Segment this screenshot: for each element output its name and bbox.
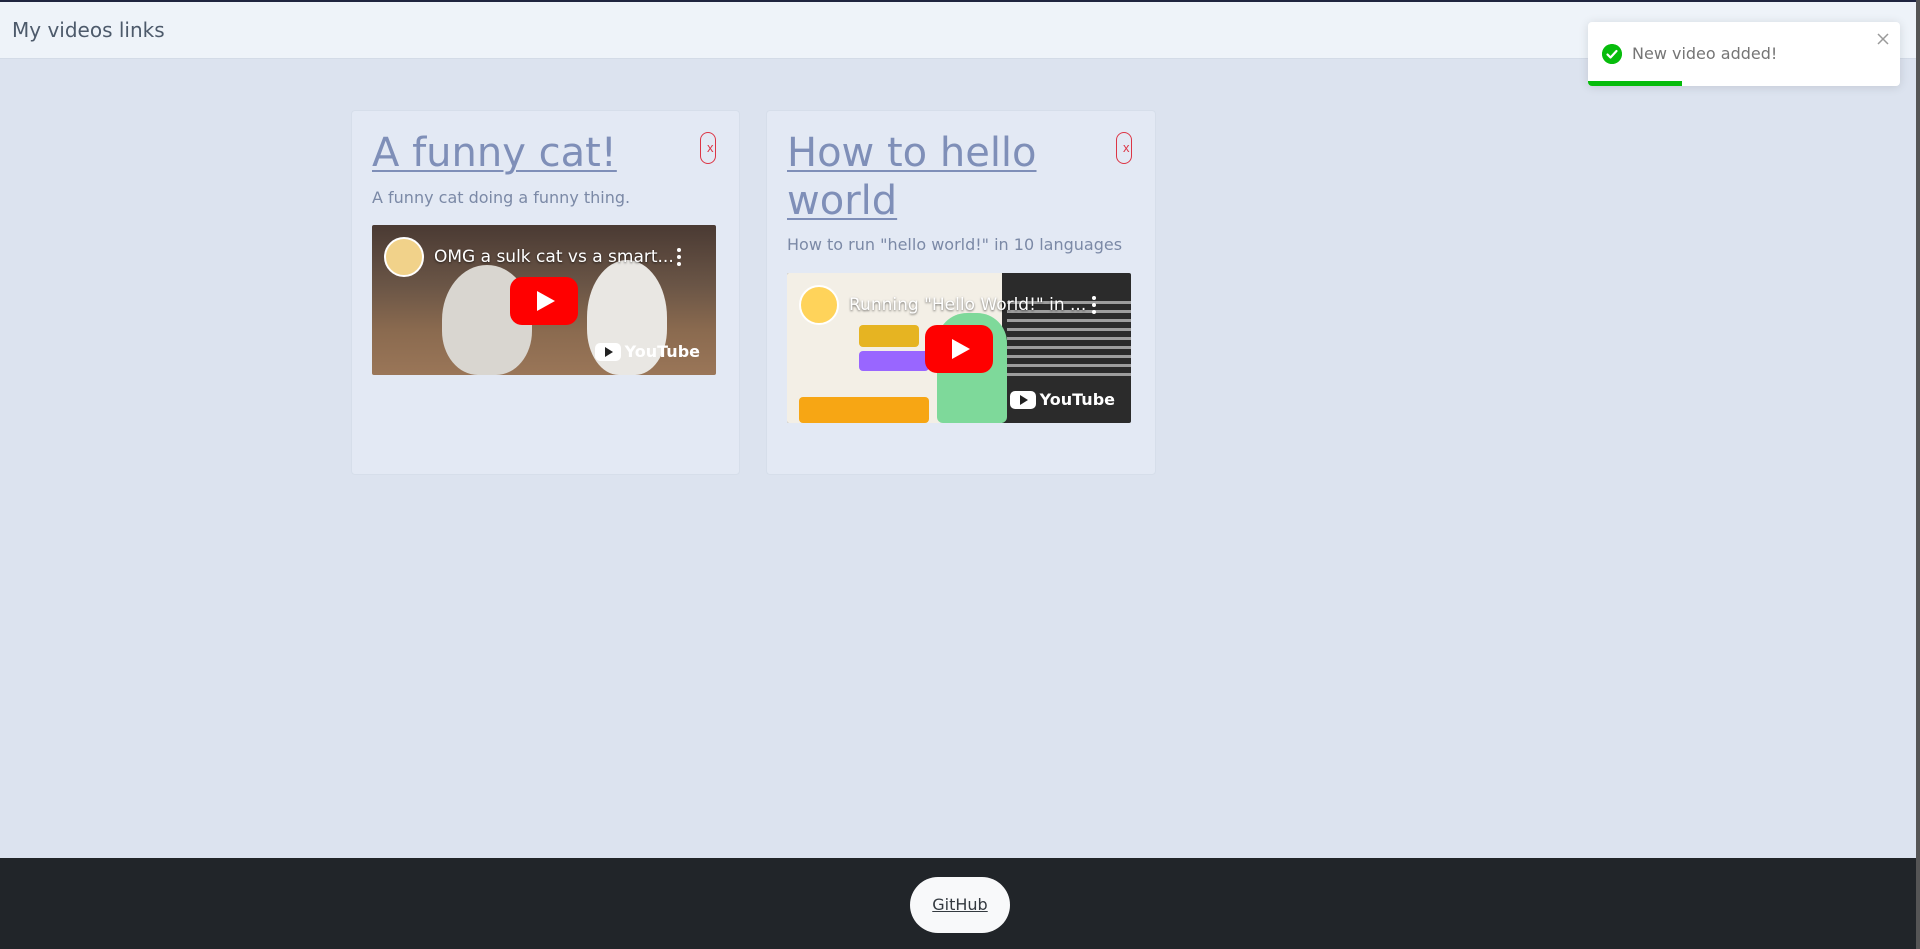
channel-avatar[interactable] bbox=[799, 285, 839, 325]
video-card: How to hello world x How to run "hello w… bbox=[766, 110, 1156, 475]
delete-video-button[interactable]: x bbox=[1116, 132, 1132, 164]
thumbnail-scratch-block bbox=[859, 351, 929, 371]
youtube-logo[interactable]: YouTube bbox=[594, 342, 700, 361]
video-description: A funny cat doing a funny thing. bbox=[372, 188, 631, 207]
youtube-logo[interactable]: YouTube bbox=[1009, 390, 1115, 409]
check-circle-icon bbox=[1602, 44, 1622, 64]
video-title-link[interactable]: How to hello world bbox=[787, 129, 1087, 225]
play-icon bbox=[952, 339, 970, 359]
close-icon[interactable] bbox=[1876, 32, 1890, 46]
play-button[interactable] bbox=[510, 277, 578, 325]
channel-avatar[interactable] bbox=[384, 237, 424, 277]
toast-progress-bar bbox=[1588, 81, 1682, 86]
scrollbar[interactable] bbox=[1916, 0, 1920, 949]
thumbnail-scratch-block bbox=[859, 325, 919, 347]
thumbnail-scratch-banner bbox=[799, 397, 929, 423]
youtube-logo-icon bbox=[594, 342, 621, 361]
embedded-video-title[interactable]: Running "Hello World!" in ... bbox=[849, 295, 1086, 315]
video-embed[interactable]: OMG a sulk cat vs a smart... YouTube bbox=[372, 225, 716, 375]
video-embed[interactable]: Running "Hello World!" in ... YouTube bbox=[787, 273, 1131, 423]
video-card: A funny cat! x A funny cat doing a funny… bbox=[351, 110, 740, 475]
youtube-logo-text: YouTube bbox=[1039, 390, 1115, 409]
github-link-button[interactable]: GitHub bbox=[910, 877, 1010, 933]
more-vert-icon[interactable] bbox=[1091, 295, 1097, 315]
more-vert-icon[interactable] bbox=[676, 247, 682, 267]
video-description: How to run "hello world!" in 10 language… bbox=[787, 235, 1123, 254]
delete-video-button[interactable]: x bbox=[700, 132, 716, 164]
play-icon bbox=[537, 291, 555, 311]
success-toast[interactable]: New video added! bbox=[1588, 22, 1900, 86]
youtube-logo-text: YouTube bbox=[624, 342, 700, 361]
video-title-link[interactable]: A funny cat! bbox=[372, 129, 672, 177]
play-button[interactable] bbox=[925, 325, 993, 373]
navbar-brand[interactable]: My videos links bbox=[12, 18, 165, 42]
embedded-video-title[interactable]: OMG a sulk cat vs a smart... bbox=[434, 247, 674, 267]
toast-message: New video added! bbox=[1632, 44, 1778, 63]
youtube-logo-icon bbox=[1009, 390, 1036, 409]
